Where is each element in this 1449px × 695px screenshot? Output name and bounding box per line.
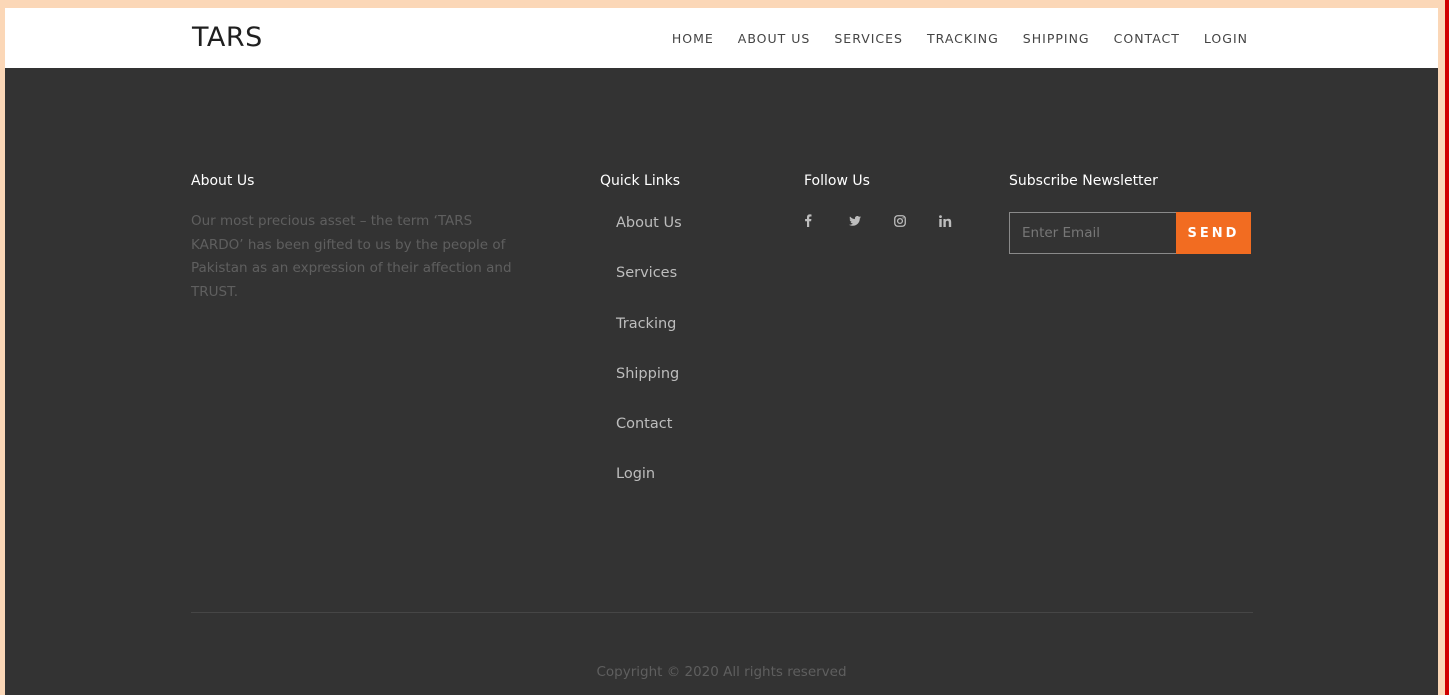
main-nav: HOME ABOUT US SERVICES TRACKING SHIPPING… <box>672 31 1248 46</box>
list-item: Contact <box>616 415 780 465</box>
nav-shipping[interactable]: SHIPPING <box>1023 31 1090 46</box>
window-edge <box>1445 0 1449 695</box>
top-navbar: TARS HOME ABOUT US SERVICES TRACKING SHI… <box>5 8 1438 68</box>
footer-quick-links: Quick Links About Us Services Tracking S… <box>600 173 780 516</box>
nav-about-us[interactable]: ABOUT US <box>738 31 811 46</box>
subscribe-form: SEND <box>1009 212 1269 254</box>
twitter-icon[interactable] <box>849 213 894 228</box>
email-input[interactable] <box>1009 212 1176 254</box>
linkedin-icon[interactable] <box>939 213 984 228</box>
footer-newsletter: Subscribe Newsletter SEND <box>1009 173 1269 254</box>
brand-logo[interactable]: TARS <box>192 22 263 53</box>
nav-services[interactable]: SERVICES <box>834 31 903 46</box>
nav-home[interactable]: HOME <box>672 31 714 46</box>
quick-link-tracking[interactable]: Tracking <box>616 316 676 332</box>
list-item: Tracking <box>616 315 780 365</box>
facebook-icon[interactable] <box>804 213 849 228</box>
footer-about: About Us Our most precious asset – the t… <box>191 173 521 304</box>
quick-link-login[interactable]: Login <box>616 466 655 482</box>
copyright-text: Copyright © 2020 All rights reserved <box>596 664 847 680</box>
quick-links-heading: Quick Links <box>600 173 681 189</box>
list-item: Services <box>616 264 780 314</box>
send-button[interactable]: SEND <box>1176 212 1251 254</box>
about-heading: About Us <box>191 173 255 189</box>
quick-link-shipping[interactable]: Shipping <box>616 366 679 382</box>
quick-link-contact[interactable]: Contact <box>616 416 672 432</box>
quick-links-list: About Us Services Tracking Shipping Cont… <box>600 214 780 516</box>
newsletter-heading: Subscribe Newsletter <box>1009 173 1158 189</box>
nav-tracking[interactable]: TRACKING <box>927 31 999 46</box>
quick-link-about-us[interactable]: About Us <box>616 215 682 231</box>
list-item: Login <box>616 465 780 515</box>
list-item: About Us <box>616 214 780 264</box>
list-item: Shipping <box>616 365 780 415</box>
page: TARS HOME ABOUT US SERVICES TRACKING SHI… <box>5 8 1438 695</box>
about-text: Our most precious asset – the term ‘TARS… <box>191 213 512 300</box>
nav-login[interactable]: LOGIN <box>1204 31 1248 46</box>
instagram-icon[interactable] <box>894 213 939 228</box>
social-links <box>804 213 984 228</box>
follow-heading: Follow Us <box>804 173 870 189</box>
quick-link-services[interactable]: Services <box>616 265 677 281</box>
nav-contact[interactable]: CONTACT <box>1114 31 1180 46</box>
footer-follow-us: Follow Us <box>804 173 984 228</box>
footer-divider <box>191 612 1253 613</box>
